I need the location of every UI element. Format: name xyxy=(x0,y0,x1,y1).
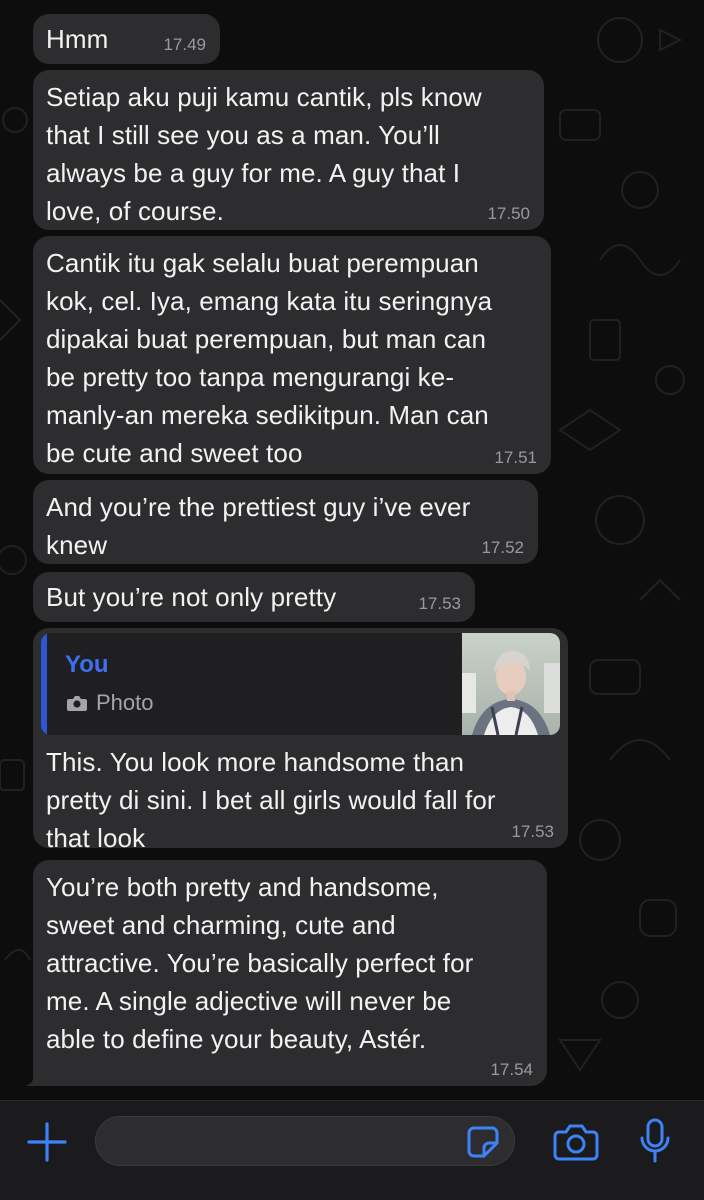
message-input[interactable] xyxy=(95,1116,515,1166)
message-time: 17.53 xyxy=(418,594,461,613)
message-time: 17.54 xyxy=(490,1060,533,1079)
message-time: 17.53 xyxy=(511,822,554,841)
quote-kind-label: Photo xyxy=(96,690,154,715)
message-text: Setiap aku puji kamu cantik, pls know th… xyxy=(46,82,482,226)
bubble-tail xyxy=(25,1066,45,1086)
message-bubble[interactable]: You’re both pretty and handsome, sweet a… xyxy=(25,860,547,1086)
message-text: Cantik itu gak selalu buat perempuan kok… xyxy=(46,248,493,468)
message-composer xyxy=(0,1100,704,1200)
sticker-icon[interactable] xyxy=(466,1125,500,1159)
plus-icon[interactable] xyxy=(26,1121,68,1163)
message-bubble[interactable]: Cantik itu gak selalu buat perempuan kok… xyxy=(33,236,551,474)
message-time: 17.51 xyxy=(494,448,537,467)
quote-author: You xyxy=(65,651,109,678)
message-bubble[interactable]: Setiap aku puji kamu cantik, pls know th… xyxy=(33,70,544,230)
camera-icon[interactable] xyxy=(553,1123,599,1161)
camera-icon xyxy=(67,696,87,711)
message-bubble[interactable]: But you’re not only pretty 17.53 xyxy=(33,572,475,622)
quote-bar xyxy=(41,633,47,735)
microphone-icon[interactable] xyxy=(639,1118,671,1164)
message-time: 17.50 xyxy=(487,204,530,223)
message-time: 17.52 xyxy=(481,538,524,557)
message-list[interactable]: Hmm 17.49 Setiap aku puji kamu cantik, p… xyxy=(0,0,704,1100)
quote-kind: Photo xyxy=(67,689,154,717)
message-text: And you’re the prettiest guy i’ve ever k… xyxy=(46,492,471,560)
message-text: But you’re not only pretty xyxy=(46,582,337,612)
message-time: 17.49 xyxy=(163,35,206,54)
message-bubble[interactable]: You Photo This. You look more handsome t… xyxy=(33,628,568,853)
message-bubble[interactable]: And you’re the prettiest guy i’ve ever k… xyxy=(33,480,538,564)
photo-thumbnail[interactable] xyxy=(462,633,560,735)
chat-screen: Hmm 17.49 Setiap aku puji kamu cantik, p… xyxy=(0,0,704,1200)
message-bubble[interactable]: Hmm 17.49 xyxy=(33,14,220,64)
message-text: This. You look more handsome than pretty… xyxy=(46,747,496,853)
quoted-message[interactable]: You Photo xyxy=(41,633,560,735)
message-text: You’re both pretty and handsome, sweet a… xyxy=(46,872,474,1054)
